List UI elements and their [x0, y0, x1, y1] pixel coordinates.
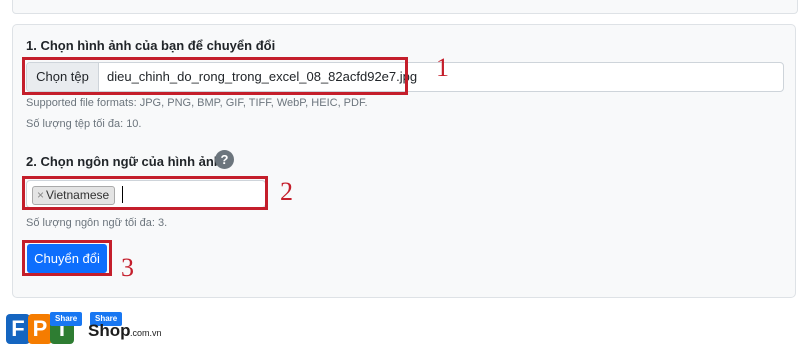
logo-letter-p: P [28, 314, 52, 344]
previous-panel [12, 0, 798, 14]
step2-label: 2. Chọn ngôn ngữ của hình ảnh [26, 154, 222, 169]
logo-domain-text: .com.vn [130, 328, 162, 338]
formats-hint: Supported file formats: JPG, PNG, BMP, G… [26, 97, 368, 109]
annotation-number-3: 3 [121, 253, 134, 282]
highlight-box-2 [22, 176, 268, 210]
annotation-number-1: 1 [436, 53, 449, 82]
max-languages-hint: Số lượng ngôn ngữ tối đa: 3. [26, 217, 168, 229]
annotation-number-2: 2 [280, 177, 293, 206]
logo-shop-text: Shop [88, 321, 131, 340]
highlight-box-1 [22, 57, 408, 95]
max-files-hint: Số lượng tệp tối đa: 10. [26, 118, 142, 130]
question-circle-icon[interactable]: ? [215, 150, 234, 169]
highlight-box-3 [22, 240, 112, 276]
share-badge-1: Share [50, 312, 83, 326]
fpt-shop-logo: F P T Share Share Shop .com.vn [6, 308, 166, 352]
step1-label: 1. Chọn hình ảnh của bạn để chuyển đổi [26, 38, 276, 53]
logo-letter-f: F [6, 314, 30, 344]
